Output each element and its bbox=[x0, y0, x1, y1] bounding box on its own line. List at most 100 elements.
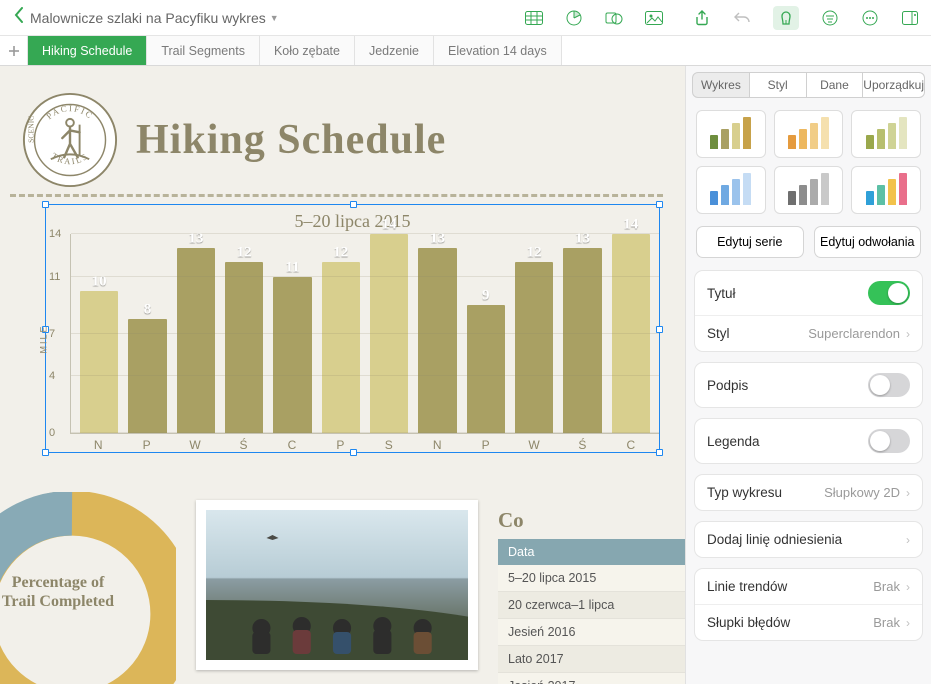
chart-bar[interactable]: 14 bbox=[612, 234, 650, 433]
chart-bar[interactable]: 14 bbox=[370, 234, 408, 433]
title-toggle[interactable] bbox=[868, 281, 910, 305]
row-add-reference-line[interactable]: Dodaj linię odniesienia › bbox=[695, 522, 922, 557]
chart-x-tick: C bbox=[268, 438, 316, 452]
chart-y-tick: 0 bbox=[49, 427, 55, 439]
chart-x-tick: N bbox=[74, 438, 122, 452]
sheet-tab[interactable]: Trail Segments bbox=[147, 36, 260, 65]
chart-title: 5–20 lipca 2015 bbox=[46, 205, 659, 234]
table-row[interactable]: 20 czerwca–1 lipca bbox=[498, 592, 685, 619]
chart-x-tick: W bbox=[171, 438, 219, 452]
schedule-table[interactable]: Data 5–20 lipca 2015 20 czerwca–1 lipca … bbox=[498, 539, 685, 684]
chart-bar-value: 12 bbox=[515, 245, 553, 262]
chart-bar-value: 8 bbox=[128, 302, 166, 319]
insert-shape-icon[interactable] bbox=[605, 10, 623, 26]
photo-placeholder[interactable] bbox=[196, 500, 478, 670]
chart-bar-value: 11 bbox=[273, 259, 311, 276]
chart-x-tick: P bbox=[461, 438, 509, 452]
toggle-inspector-icon[interactable] bbox=[901, 10, 919, 26]
document-title[interactable]: Malownicze szlaki na Pacyfiku wykres ▼ bbox=[30, 10, 279, 26]
chart-style-thumb[interactable] bbox=[696, 166, 766, 214]
inspector-tab-style[interactable]: Styl bbox=[750, 72, 807, 98]
chart-style-thumb[interactable] bbox=[851, 166, 921, 214]
chart-x-tick: N bbox=[413, 438, 461, 452]
sheet-title: Hiking Schedule bbox=[136, 116, 446, 164]
inspector-tab-data[interactable]: Dane bbox=[807, 72, 864, 98]
row-trendlines[interactable]: Linie trendów Brak› bbox=[695, 569, 922, 604]
chevron-right-icon: › bbox=[906, 486, 910, 500]
divider-dashed bbox=[10, 194, 663, 197]
sheet-tab-strip: Hiking Schedule Trail Segments Koło zęba… bbox=[0, 36, 931, 66]
chart-style-thumb[interactable] bbox=[774, 166, 844, 214]
sheet-tab[interactable]: Elevation 14 days bbox=[434, 36, 562, 65]
row-style[interactable]: Styl Superclarendon› bbox=[695, 315, 922, 351]
table-row[interactable]: Jesień 2017 bbox=[498, 673, 685, 684]
row-caption: Podpis bbox=[695, 363, 922, 407]
document-title-text: Malownicze szlaki na Pacyfiku wykres bbox=[30, 10, 266, 26]
format-inspector: Wykres Styl Dane Uporządkuj Edytuj serie… bbox=[685, 66, 931, 684]
chart-bar[interactable]: 9 bbox=[467, 305, 505, 433]
insert-media-icon[interactable] bbox=[645, 10, 663, 26]
chart-bar-value: 14 bbox=[370, 217, 408, 234]
chart-x-tick: P bbox=[316, 438, 364, 452]
table-row[interactable]: Jesień 2016 bbox=[498, 619, 685, 646]
chart-bar[interactable]: 12 bbox=[515, 262, 553, 433]
organize-icon[interactable] bbox=[821, 10, 839, 26]
donut-chart[interactable]: Percentage of Trail Completed bbox=[0, 492, 176, 684]
sheet-tab[interactable]: Koło zębate bbox=[260, 36, 355, 65]
row-title: Tytuł bbox=[695, 271, 922, 315]
sheet-tab[interactable]: Hiking Schedule bbox=[28, 36, 147, 65]
sheet-tab-label: Koło zębate bbox=[274, 44, 340, 58]
inspector-tab-arrange[interactable]: Uporządkuj bbox=[863, 72, 925, 98]
more-icon[interactable] bbox=[861, 10, 879, 26]
chart-x-tick: C bbox=[607, 438, 655, 452]
sheet-tab-label: Elevation 14 days bbox=[448, 44, 547, 58]
chart-y-tick: 4 bbox=[49, 370, 55, 382]
row-chart-type[interactable]: Typ wykresu Słupkowy 2D› bbox=[695, 475, 922, 510]
table-row[interactable]: Lato 2017 bbox=[498, 646, 685, 673]
legend-toggle[interactable] bbox=[868, 429, 910, 453]
chart-y-tick: 7 bbox=[49, 328, 55, 340]
canvas[interactable]: PACIFIC TRAILS SCENIC Hiking Schedule 5–… bbox=[0, 66, 685, 684]
chevron-right-icon: › bbox=[906, 616, 910, 630]
chart-style-thumb[interactable] bbox=[851, 110, 921, 158]
svg-text:SCENIC: SCENIC bbox=[27, 116, 36, 143]
chart-x-tick: Ś bbox=[219, 438, 267, 452]
chart-bar[interactable]: 10 bbox=[80, 291, 118, 433]
chart-y-tick: 11 bbox=[49, 271, 60, 283]
edit-references-button[interactable]: Edytuj odwołania bbox=[814, 226, 922, 258]
chart-bar-value: 12 bbox=[225, 245, 263, 262]
format-brush-icon[interactable] bbox=[773, 6, 799, 30]
insert-chart-icon[interactable] bbox=[565, 10, 583, 26]
row-error-bars[interactable]: Słupki błędów Brak› bbox=[695, 604, 922, 640]
top-toolbar: Malownicze szlaki na Pacyfiku wykres ▼ bbox=[0, 0, 931, 36]
chevron-right-icon: › bbox=[906, 327, 910, 341]
table-header: Data bbox=[498, 539, 685, 565]
share-icon[interactable] bbox=[693, 10, 711, 26]
chart-x-tick: Ś bbox=[558, 438, 606, 452]
undo-icon[interactable] bbox=[733, 10, 751, 26]
trail-badge-icon: PACIFIC TRAILS SCENIC bbox=[22, 92, 118, 188]
edit-series-button[interactable]: Edytuj serie bbox=[696, 226, 804, 258]
chart-bar[interactable]: 11 bbox=[273, 277, 311, 433]
chart-style-thumb[interactable] bbox=[696, 110, 766, 158]
chart-bar[interactable]: 12 bbox=[322, 262, 360, 433]
sheet-tab-label: Trail Segments bbox=[161, 44, 245, 58]
donut-center-label: Percentage of Trail Completed bbox=[0, 573, 118, 611]
table-title-partial: Co bbox=[498, 508, 685, 539]
chart-y-tick: 14 bbox=[49, 228, 61, 240]
chart-x-tick: S bbox=[365, 438, 413, 452]
bar-chart[interactable]: 5–20 lipca 2015 MILE 1081312111214139121… bbox=[46, 205, 659, 452]
chart-bar-value: 14 bbox=[612, 217, 650, 234]
chart-x-tick: P bbox=[122, 438, 170, 452]
back-chevron-icon[interactable] bbox=[8, 7, 30, 28]
chart-bar[interactable]: 12 bbox=[225, 262, 263, 433]
chevron-down-icon: ▼ bbox=[270, 13, 279, 23]
chart-style-thumb[interactable] bbox=[774, 110, 844, 158]
insert-table-icon[interactable] bbox=[525, 10, 543, 26]
sheet-tab[interactable]: Jedzenie bbox=[355, 36, 434, 65]
add-sheet-button[interactable] bbox=[0, 36, 28, 65]
inspector-tab-chart[interactable]: Wykres bbox=[692, 72, 750, 98]
caption-toggle[interactable] bbox=[868, 373, 910, 397]
chart-y-axis-label: MILE bbox=[39, 324, 49, 353]
table-row[interactable]: 5–20 lipca 2015 bbox=[498, 565, 685, 592]
